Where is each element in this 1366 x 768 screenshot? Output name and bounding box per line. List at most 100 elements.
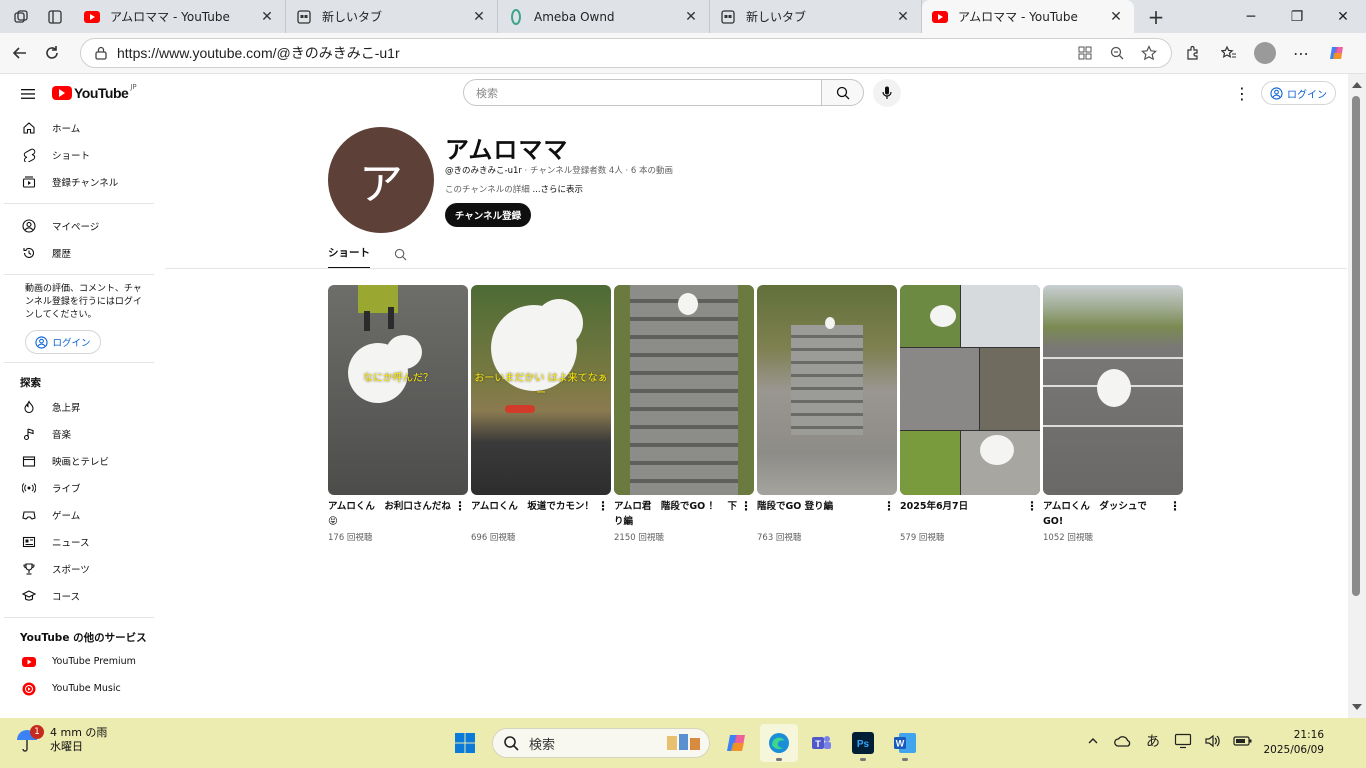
- photoshop-app-icon[interactable]: Ps: [844, 724, 882, 762]
- restore-button[interactable]: ❐: [1274, 0, 1320, 33]
- search-icon[interactable]: [821, 79, 864, 106]
- browser-tab[interactable]: アムロママ - YouTube ✕: [74, 0, 286, 33]
- sidebar-item-gaming[interactable]: ゲーム: [0, 501, 156, 528]
- close-icon[interactable]: ✕: [259, 9, 275, 25]
- sidebar-item-shorts[interactable]: ショート: [0, 141, 156, 168]
- short-title[interactable]: アムロ君 階段でGO ！ 下り編: [614, 499, 738, 529]
- scroll-up-icon[interactable]: [1352, 82, 1362, 88]
- youtube-logo[interactable]: YouTube JP: [52, 83, 137, 101]
- sidebar-item-music-app[interactable]: YouTube Music: [0, 675, 156, 702]
- weather-widget[interactable]: 1 4 mm の雨 水曜日: [14, 725, 107, 754]
- close-icon[interactable]: ✕: [683, 9, 699, 25]
- apps-grid-icon[interactable]: [1071, 39, 1099, 67]
- short-card[interactable]: 階段でGO 登り編 ⋮ 763 回視聴: [757, 285, 897, 543]
- short-thumbnail[interactable]: [614, 285, 754, 495]
- tab-actions-icon[interactable]: [42, 4, 68, 30]
- short-card[interactable]: おーいまだかい はよ来てなぁー アムロくん 坂道でカモン！ ⋮ 696 回視聴: [471, 285, 611, 543]
- chevron-up-icon[interactable]: [1082, 728, 1104, 754]
- onedrive-icon[interactable]: [1112, 728, 1134, 754]
- minimize-button[interactable]: ─: [1228, 0, 1274, 33]
- short-thumbnail[interactable]: [757, 285, 897, 495]
- sidebar-item-home[interactable]: ホーム: [0, 114, 156, 141]
- subscribe-button[interactable]: チャンネル登録: [445, 203, 531, 227]
- browser-tab-active[interactable]: アムロママ - YouTube ✕: [922, 0, 1134, 33]
- favorites-icon[interactable]: [1214, 37, 1244, 69]
- site-info-icon[interactable]: [91, 43, 111, 63]
- close-icon[interactable]: ✕: [471, 9, 487, 25]
- hamburger-menu-icon[interactable]: [16, 83, 40, 105]
- short-card[interactable]: 2025年6月7日 ⋮ 579 回視聴: [900, 285, 1040, 543]
- more-options-icon[interactable]: ⋮: [595, 499, 611, 529]
- short-card[interactable]: アムロくん ダッシュでGO! ⋮ 1052 回視聴: [1043, 285, 1183, 543]
- sidebar-item-music[interactable]: 音楽: [0, 420, 156, 447]
- address-bar[interactable]: https://www.youtube.com/@きのみきみこ-u1r: [80, 38, 1172, 68]
- channel-search-icon[interactable]: [391, 245, 409, 263]
- profile-avatar[interactable]: [1250, 37, 1280, 69]
- close-icon[interactable]: ✕: [1108, 9, 1124, 25]
- browser-tab[interactable]: Ameba Ownd ✕: [498, 0, 710, 33]
- sidebar-login-button[interactable]: ログイン: [25, 330, 101, 354]
- system-clock[interactable]: 21:16 2025/06/09: [1258, 728, 1324, 758]
- short-title[interactable]: 階段でGO 登り編: [757, 499, 881, 529]
- short-thumbnail[interactable]: なにか呼んだ？: [328, 285, 468, 495]
- sidebar-item-trending[interactable]: 急上昇: [0, 393, 156, 420]
- sidebar-item-sports[interactable]: スポーツ: [0, 555, 156, 582]
- browser-tab[interactable]: 新しいタブ ✕: [710, 0, 922, 33]
- network-icon[interactable]: [1172, 728, 1194, 754]
- volume-icon[interactable]: [1202, 728, 1224, 754]
- ime-indicator[interactable]: あ: [1142, 728, 1164, 754]
- start-button[interactable]: [446, 724, 484, 762]
- copilot-app-icon[interactable]: [718, 724, 756, 762]
- more-options-icon[interactable]: ⋮: [1232, 83, 1252, 103]
- taskbar-search[interactable]: 検索: [492, 728, 710, 758]
- new-tab-button[interactable]: +: [1142, 3, 1170, 31]
- short-title[interactable]: アムロくん 坂道でカモン！: [471, 499, 595, 529]
- close-icon[interactable]: ✕: [895, 9, 911, 25]
- sidebar-item-premium[interactable]: YouTube Premium: [0, 648, 156, 675]
- browser-tab[interactable]: 新しいタブ ✕: [286, 0, 498, 33]
- tab-shorts[interactable]: ショート: [328, 245, 370, 269]
- sidebar-item-news[interactable]: ニュース: [0, 528, 156, 555]
- sidebar-item-courses[interactable]: コース: [0, 582, 156, 609]
- refresh-icon[interactable]: [36, 37, 68, 69]
- close-window-button[interactable]: ✕: [1320, 0, 1366, 33]
- sidebar-item-live[interactable]: ライブ: [0, 474, 156, 501]
- scroll-down-icon[interactable]: [1352, 704, 1362, 710]
- more-options-icon[interactable]: ⋮: [1024, 499, 1040, 529]
- edge-app-icon[interactable]: [760, 724, 798, 762]
- scrollbar-thumb[interactable]: [1352, 96, 1360, 596]
- page-scrollbar[interactable]: [1348, 74, 1366, 718]
- sidebar-item-movies[interactable]: 映画とテレビ: [0, 447, 156, 474]
- sidebar-item-subscriptions[interactable]: 登録チャンネル: [0, 168, 156, 195]
- short-title[interactable]: アムロくん お利口さんだね😝: [328, 499, 452, 529]
- microphone-icon[interactable]: [873, 79, 901, 107]
- settings-more-icon[interactable]: ⋯: [1286, 37, 1316, 69]
- word-app-icon[interactable]: W: [886, 724, 924, 762]
- show-more-link[interactable]: ...さらに表示: [532, 185, 583, 195]
- more-options-icon[interactable]: ⋮: [1167, 499, 1183, 529]
- thumbnail-caption: なにか呼んだ？: [363, 373, 433, 384]
- short-title[interactable]: 2025年6月7日: [900, 499, 1024, 529]
- short-thumbnail[interactable]: おーいまだかい はよ来てなぁー: [471, 285, 611, 495]
- favorite-star-icon[interactable]: [1135, 39, 1163, 67]
- login-button[interactable]: ログイン: [1261, 81, 1336, 105]
- short-thumbnail[interactable]: [900, 285, 1040, 495]
- short-thumbnail[interactable]: [1043, 285, 1183, 495]
- extensions-icon[interactable]: [1178, 37, 1208, 69]
- channel-description[interactable]: このチャンネルの詳細 ...さらに表示: [445, 183, 583, 195]
- more-options-icon[interactable]: ⋮: [881, 499, 897, 529]
- sidebar-item-mypage[interactable]: マイページ: [0, 212, 156, 239]
- sidebar-item-history[interactable]: 履歴: [0, 239, 156, 266]
- teams-app-icon[interactable]: T: [802, 724, 840, 762]
- short-card[interactable]: なにか呼んだ？ アムロくん お利口さんだね😝 ⋮ 176 回視聴: [328, 285, 468, 543]
- copilot-icon[interactable]: [1322, 37, 1352, 69]
- battery-icon[interactable]: [1232, 728, 1254, 754]
- workspaces-icon[interactable]: [8, 4, 34, 30]
- back-icon[interactable]: [4, 37, 36, 69]
- search-input[interactable]: 検索: [463, 79, 822, 106]
- short-card[interactable]: アムロ君 階段でGO ！ 下り編 ⋮ 2150 回視聴: [614, 285, 754, 543]
- short-title[interactable]: アムロくん ダッシュでGO!: [1043, 499, 1167, 529]
- zoom-icon[interactable]: [1103, 39, 1131, 67]
- more-options-icon[interactable]: ⋮: [452, 499, 468, 529]
- more-options-icon[interactable]: ⋮: [738, 499, 754, 529]
